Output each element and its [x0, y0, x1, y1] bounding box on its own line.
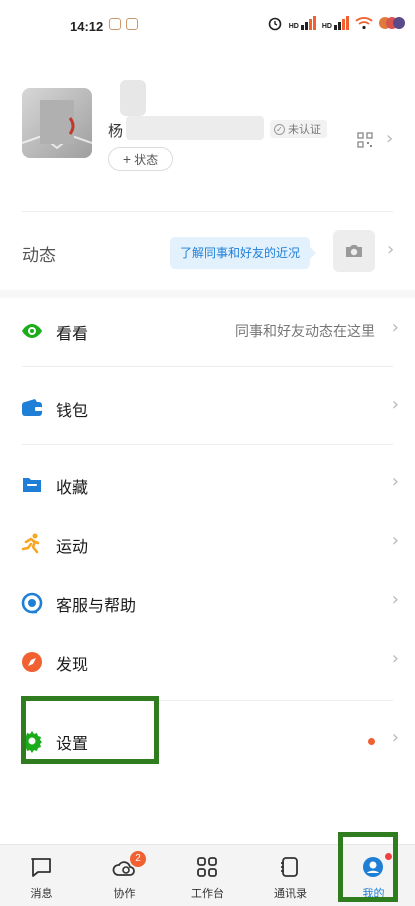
chevron-right-icon: › — [391, 727, 399, 748]
notification-icon — [126, 18, 138, 30]
avatar[interactable] — [22, 88, 92, 158]
feed-tip-bubble: 了解同事和好友的近况 — [170, 237, 317, 269]
feed-label: 动态 — [22, 246, 56, 265]
eye-icon — [22, 324, 42, 338]
tab-contacts[interactable]: 通讯录 — [249, 845, 332, 906]
alarm-icon — [268, 17, 282, 31]
chevron-right-icon: › — [391, 648, 399, 669]
battery-icon — [379, 17, 405, 29]
folder-icon — [23, 478, 41, 492]
feed-row[interactable]: 动态 了解同事和好友的近况 › — [0, 220, 415, 286]
runner-icon — [21, 533, 40, 554]
menu-item-wallet[interactable]: 钱包 › — [0, 379, 415, 437]
verify-label: 未认证 — [288, 124, 321, 136]
highlight-box-settings — [21, 696, 159, 764]
signal-label: HD — [288, 23, 299, 30]
status-time: 14:12 — [70, 19, 104, 34]
menu-item-label: 发现 — [56, 657, 89, 674]
avatar-image — [22, 100, 92, 150]
status-icons: HD HD — [267, 15, 405, 31]
contacts-icon — [281, 857, 298, 877]
new-indicator-dot — [368, 738, 375, 745]
profile-header[interactable]: 杨 ✓ 未认证 + 状态 › — [0, 52, 415, 210]
tab-messages[interactable]: 消息 — [0, 845, 83, 906]
menu-item-hint: 同事和好友动态在这里 — [235, 323, 375, 339]
menu-item-label: 钱包 — [56, 403, 89, 420]
wifi-icon — [355, 17, 373, 30]
tab-label: 消息 — [30, 888, 53, 900]
tab-collab[interactable]: 2 协作 — [83, 845, 166, 906]
wallet-icon — [22, 399, 42, 416]
highlight-box-me-tab — [338, 832, 398, 902]
chevron-right-icon: › — [387, 239, 395, 260]
chevron-right-icon: › — [391, 317, 399, 338]
message-icon — [31, 858, 51, 877]
user-name: 杨 — [108, 123, 124, 140]
chevron-right-icon: › — [386, 128, 394, 149]
unread-badge: 2 — [130, 851, 146, 867]
signal-label: HD — [321, 23, 332, 30]
camera-icon — [346, 245, 362, 257]
camera-button[interactable] — [333, 230, 375, 272]
chevron-right-icon: › — [391, 394, 399, 415]
chevron-right-icon: › — [391, 589, 399, 610]
chevron-right-icon: › — [391, 530, 399, 551]
menu-item-discover[interactable]: 发现 › — [0, 633, 415, 691]
tab-label: 协作 — [113, 888, 136, 900]
check-icon: ✓ — [274, 123, 285, 135]
signal-icon: HD — [289, 16, 316, 30]
plus-icon: + — [122, 151, 132, 167]
section-gap — [0, 290, 415, 298]
signal-icon: HD — [322, 16, 349, 30]
menu-item-label: 客服与帮助 — [56, 598, 137, 615]
status-button-label: 状态 — [134, 152, 159, 167]
menu-item-sport[interactable]: 运动 › — [0, 515, 415, 573]
menu-item-label: 看看 — [56, 326, 89, 343]
verify-badge[interactable]: ✓ 未认证 — [270, 120, 327, 138]
menu-item-label: 运动 — [56, 539, 89, 556]
menu-item-support[interactable]: 客服与帮助 › — [0, 574, 415, 632]
tab-label: 通讯录 — [274, 888, 307, 900]
chevron-right-icon: › — [391, 471, 399, 492]
tab-workbench[interactable]: 工作台 — [166, 845, 249, 906]
status-button[interactable]: + 状态 — [108, 147, 173, 171]
grid-icon — [197, 857, 217, 877]
name-blur — [120, 80, 146, 116]
menu-item-favorites[interactable]: 收藏 › — [0, 456, 415, 514]
qr-code-icon[interactable] — [357, 132, 373, 148]
divider — [22, 211, 393, 212]
menu-item-kankan[interactable]: 看看 同事和好友动态在这里 › — [0, 302, 415, 360]
status-bar: 14:12 HD HD — [0, 0, 415, 52]
compass-icon — [22, 652, 42, 672]
tab-label: 工作台 — [191, 888, 224, 900]
menu-item-label: 收藏 — [56, 480, 89, 497]
divider — [22, 366, 393, 367]
headset-icon — [21, 592, 43, 614]
divider — [22, 444, 393, 445]
name-redaction — [126, 116, 264, 140]
notification-icon — [109, 18, 121, 30]
